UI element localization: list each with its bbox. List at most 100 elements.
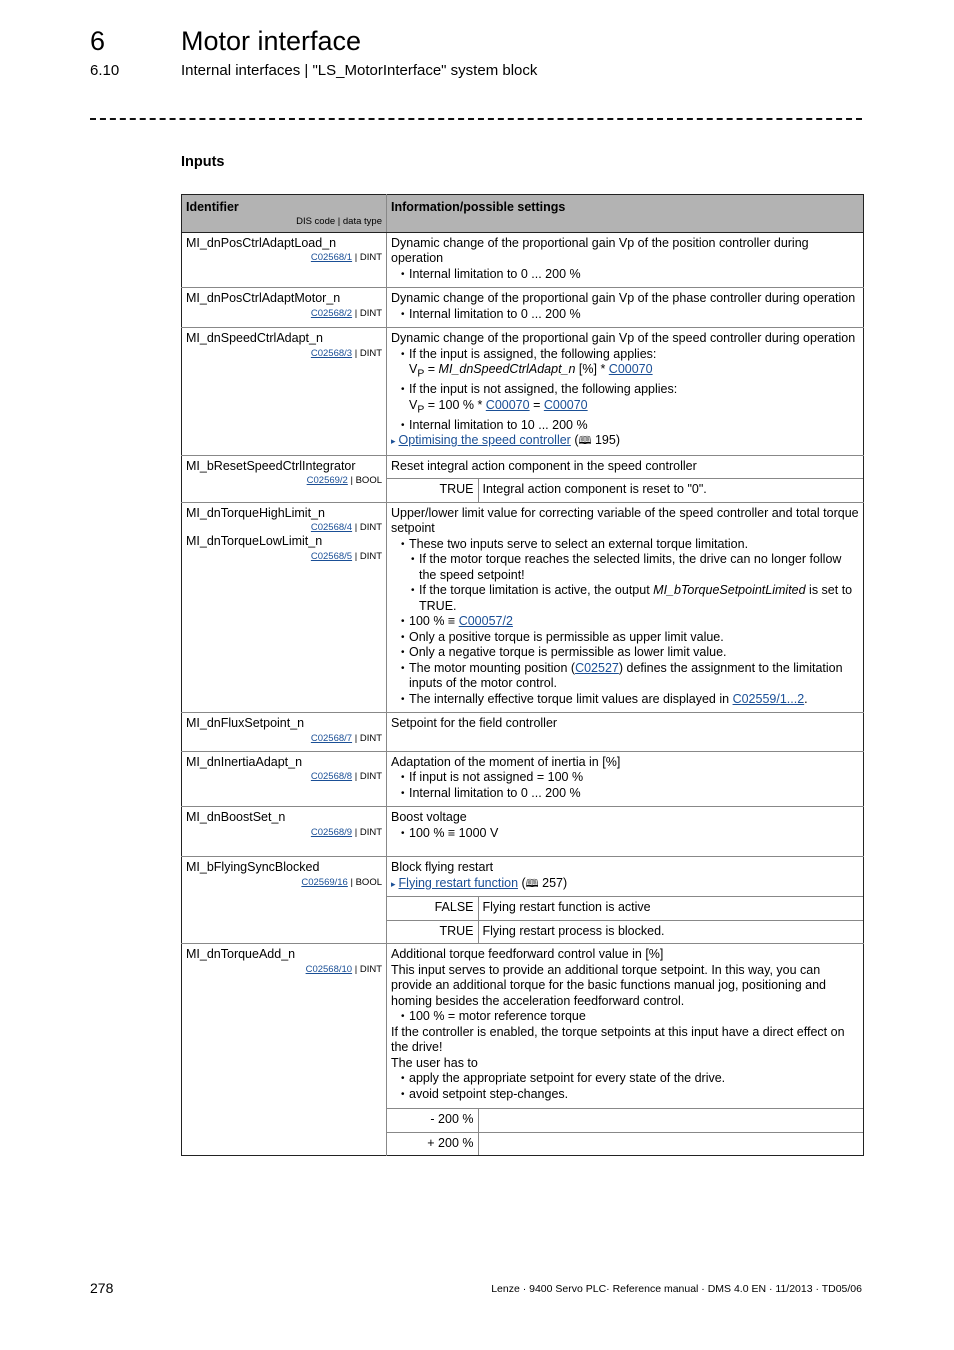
bullet-item: If the input is assigned, the following … bbox=[391, 347, 859, 383]
cross-reference: ▸ Optimising the speed controller (🕮 195) bbox=[391, 433, 620, 447]
description: Setpoint for the field controller bbox=[391, 716, 558, 730]
bullet-item: If input is not assigned = 100 % bbox=[391, 770, 859, 786]
bullet-text: The internally effective torque limit va… bbox=[409, 691, 733, 706]
data-type: DINT bbox=[359, 732, 382, 744]
identifier: MI_dnSpeedCtrlAdapt_n bbox=[186, 331, 323, 345]
c00070-link[interactable]: C00070 bbox=[609, 362, 653, 376]
description: Reset integral action component in the s… bbox=[391, 458, 697, 473]
paragraph: The user has to bbox=[391, 1055, 478, 1070]
description: Additional torque feedforward control va… bbox=[391, 947, 664, 961]
identifier-cell: MI_dnInertiaAdapt_n C02568/8 | DINT bbox=[181, 750, 387, 807]
bullet-item: Internal limitation to 10 ... 200 % bbox=[391, 418, 859, 434]
dis-code-link[interactable]: C02568/4 bbox=[311, 522, 352, 533]
value-desc: Integral action component is reset to "0… bbox=[478, 478, 863, 502]
book-icon: 🕮 bbox=[525, 877, 539, 890]
c00070-link[interactable]: C00070 bbox=[486, 398, 530, 412]
identifier: MI_dnTorqueLowLimit_n bbox=[186, 534, 323, 548]
dis-code-link[interactable]: C02569/16 bbox=[301, 877, 347, 888]
dis-code-link[interactable]: C02568/8 bbox=[311, 771, 352, 782]
dis-code-link[interactable]: C02568/1 bbox=[311, 252, 352, 263]
bullet-item: 100 % ≡ C00057/2 bbox=[391, 614, 859, 630]
identifier: MI_dnPosCtrlAdaptLoad_n bbox=[186, 235, 337, 250]
dis-code-subheader: DIS code | data type bbox=[296, 215, 382, 227]
table-row: MI_dnSpeedCtrlAdapt_n C02568/3 | DINT Dy… bbox=[181, 327, 864, 455]
sub-bullet-item: If the motor torque reaches the selected… bbox=[405, 552, 859, 583]
data-type: BOOL bbox=[355, 475, 382, 486]
optimising-speed-controller-link[interactable]: Optimising the speed controller bbox=[399, 433, 571, 447]
dis-code-link[interactable]: C02568/3 bbox=[311, 348, 352, 359]
info-cell: Upper/lower limit value for correcting v… bbox=[386, 501, 864, 713]
bullet-item: 100 % ≡ 1000 V bbox=[391, 826, 859, 842]
data-type: DINT bbox=[359, 347, 382, 359]
paragraph: If the controller is enabled, the torque… bbox=[391, 1024, 845, 1055]
identifier: MI_dnInertiaAdapt_n bbox=[186, 754, 303, 769]
section-title: Internal interfaces | "LS_MotorInterface… bbox=[181, 62, 538, 79]
page-ref: 257 bbox=[542, 875, 563, 890]
formula: VP = MI_dnSpeedCtrlAdapt_n [%] * C00070 bbox=[409, 362, 653, 380]
identifier: MI_dnTorqueHighLimit_n bbox=[186, 505, 325, 520]
data-type: BOOL bbox=[355, 876, 382, 888]
description: Dynamic change of the proportional gain … bbox=[391, 291, 856, 305]
value-row: + 200 % bbox=[387, 1131, 863, 1155]
formula-eq: = bbox=[424, 362, 439, 376]
bullet-text: If the torque limitation is active, the … bbox=[419, 583, 654, 597]
bullet-item: The internally effective torque limit va… bbox=[391, 692, 859, 708]
c00070-link[interactable]: C00070 bbox=[544, 398, 588, 412]
bullet-item: Internal limitation to 0 ... 200 % bbox=[391, 267, 859, 283]
dis-code-link[interactable]: C02568/2 bbox=[311, 308, 352, 319]
description: Dynamic change of the proportional gain … bbox=[391, 235, 809, 266]
bullet-text: 100 % ≡ bbox=[409, 614, 459, 628]
table-row: MI_dnFluxSetpoint_n C02568/7 | DINT Setp… bbox=[181, 712, 864, 751]
identifier: MI_dnTorqueAdd_n bbox=[186, 947, 296, 961]
dis-code-link[interactable]: C02568/10 bbox=[306, 964, 352, 975]
description: Dynamic change of the proportional gain … bbox=[391, 331, 856, 345]
bullet-text: The motor mounting position ( bbox=[409, 660, 576, 675]
value-row: TRUE Integral action component is reset … bbox=[387, 478, 863, 502]
info-cell: Block flying restart ▸ Flying restart fun… bbox=[386, 856, 864, 944]
cross-reference: ▸ Flying restart function (🕮 257) bbox=[391, 875, 568, 890]
flying-restart-function-link[interactable]: Flying restart function bbox=[399, 876, 519, 890]
value-desc bbox=[478, 1131, 863, 1155]
data-type: DINT bbox=[359, 771, 382, 782]
paragraph: This input serves to provide an addition… bbox=[391, 962, 827, 1008]
dis-code-link[interactable]: C02568/7 bbox=[311, 733, 352, 744]
data-type: DINT bbox=[359, 252, 382, 263]
identifier: MI_dnFluxSetpoint_n bbox=[186, 716, 305, 730]
info-cell: Reset integral action component in the s… bbox=[386, 454, 864, 502]
info-cell: Adaptation of the moment of inertia in [… bbox=[386, 750, 864, 807]
value-row: TRUE Flying restart process is blocked. bbox=[387, 919, 863, 943]
identifier-cell: MI_dnSpeedCtrlAdapt_n C02568/3 | DINT bbox=[181, 327, 387, 455]
formula-rest: [%] * bbox=[575, 362, 609, 376]
dis-code-link[interactable]: C02569/2 bbox=[307, 475, 348, 486]
table-row: MI_dnPosCtrlAdaptLoad_n C02568/1 | DINT … bbox=[181, 231, 864, 288]
identifier-cell: MI_dnBoostSet_n C02568/9 | DINT bbox=[181, 806, 387, 857]
value-table: FALSE Flying restart function is active … bbox=[387, 896, 863, 943]
formula: VP = 100 % * C00070 = C00070 bbox=[409, 397, 588, 416]
identifier-column-header: Identifier DIS code | data type bbox=[181, 194, 387, 233]
inputs-heading: Inputs bbox=[181, 154, 225, 170]
bullet-item: Internal limitation to 0 ... 200 % bbox=[391, 307, 859, 323]
value-key: + 200 % bbox=[387, 1131, 479, 1155]
value-desc: Flying restart process is blocked. bbox=[478, 919, 863, 943]
identifier-cell: MI_dnTorqueAdd_n C02568/10 | DINT bbox=[181, 943, 387, 1156]
c02527-link[interactable]: C02527 bbox=[575, 661, 619, 675]
table-row: MI_dnBoostSet_n C02568/9 | DINT Boost vo… bbox=[181, 806, 864, 857]
inputs-table: Identifier DIS code | data type Informat… bbox=[181, 194, 864, 1156]
identifier-cell: MI_dnFluxSetpoint_n C02568/7 | DINT bbox=[181, 712, 387, 751]
value-row: FALSE Flying restart function is active bbox=[387, 896, 863, 920]
bullet-item: Only a positive torque is permissible as… bbox=[391, 630, 859, 646]
value-key: TRUE bbox=[387, 919, 479, 943]
dis-code-link[interactable]: C02568/9 bbox=[311, 827, 352, 838]
value-table: TRUE Integral action component is reset … bbox=[387, 478, 863, 502]
formula-rest: = 100 % * bbox=[424, 397, 486, 412]
description: Block flying restart bbox=[391, 860, 494, 874]
description: Adaptation of the moment of inertia in [… bbox=[391, 754, 621, 769]
description: Upper/lower limit value for correcting v… bbox=[391, 505, 859, 536]
c00057-link[interactable]: C00057/2 bbox=[459, 614, 513, 628]
dis-code-link[interactable]: C02568/5 bbox=[311, 551, 352, 562]
xref-arrow-icon: ▸ bbox=[391, 878, 396, 889]
data-type: DINT bbox=[359, 963, 382, 975]
c02559-link[interactable]: C02559/1...2 bbox=[733, 692, 805, 706]
identifier-cell: MI_dnTorqueHighLimit_n C02568/4 | DINT M… bbox=[181, 501, 387, 713]
table-row: MI_bFlyingSyncBlocked C02569/16 | BOOL B… bbox=[181, 856, 864, 944]
